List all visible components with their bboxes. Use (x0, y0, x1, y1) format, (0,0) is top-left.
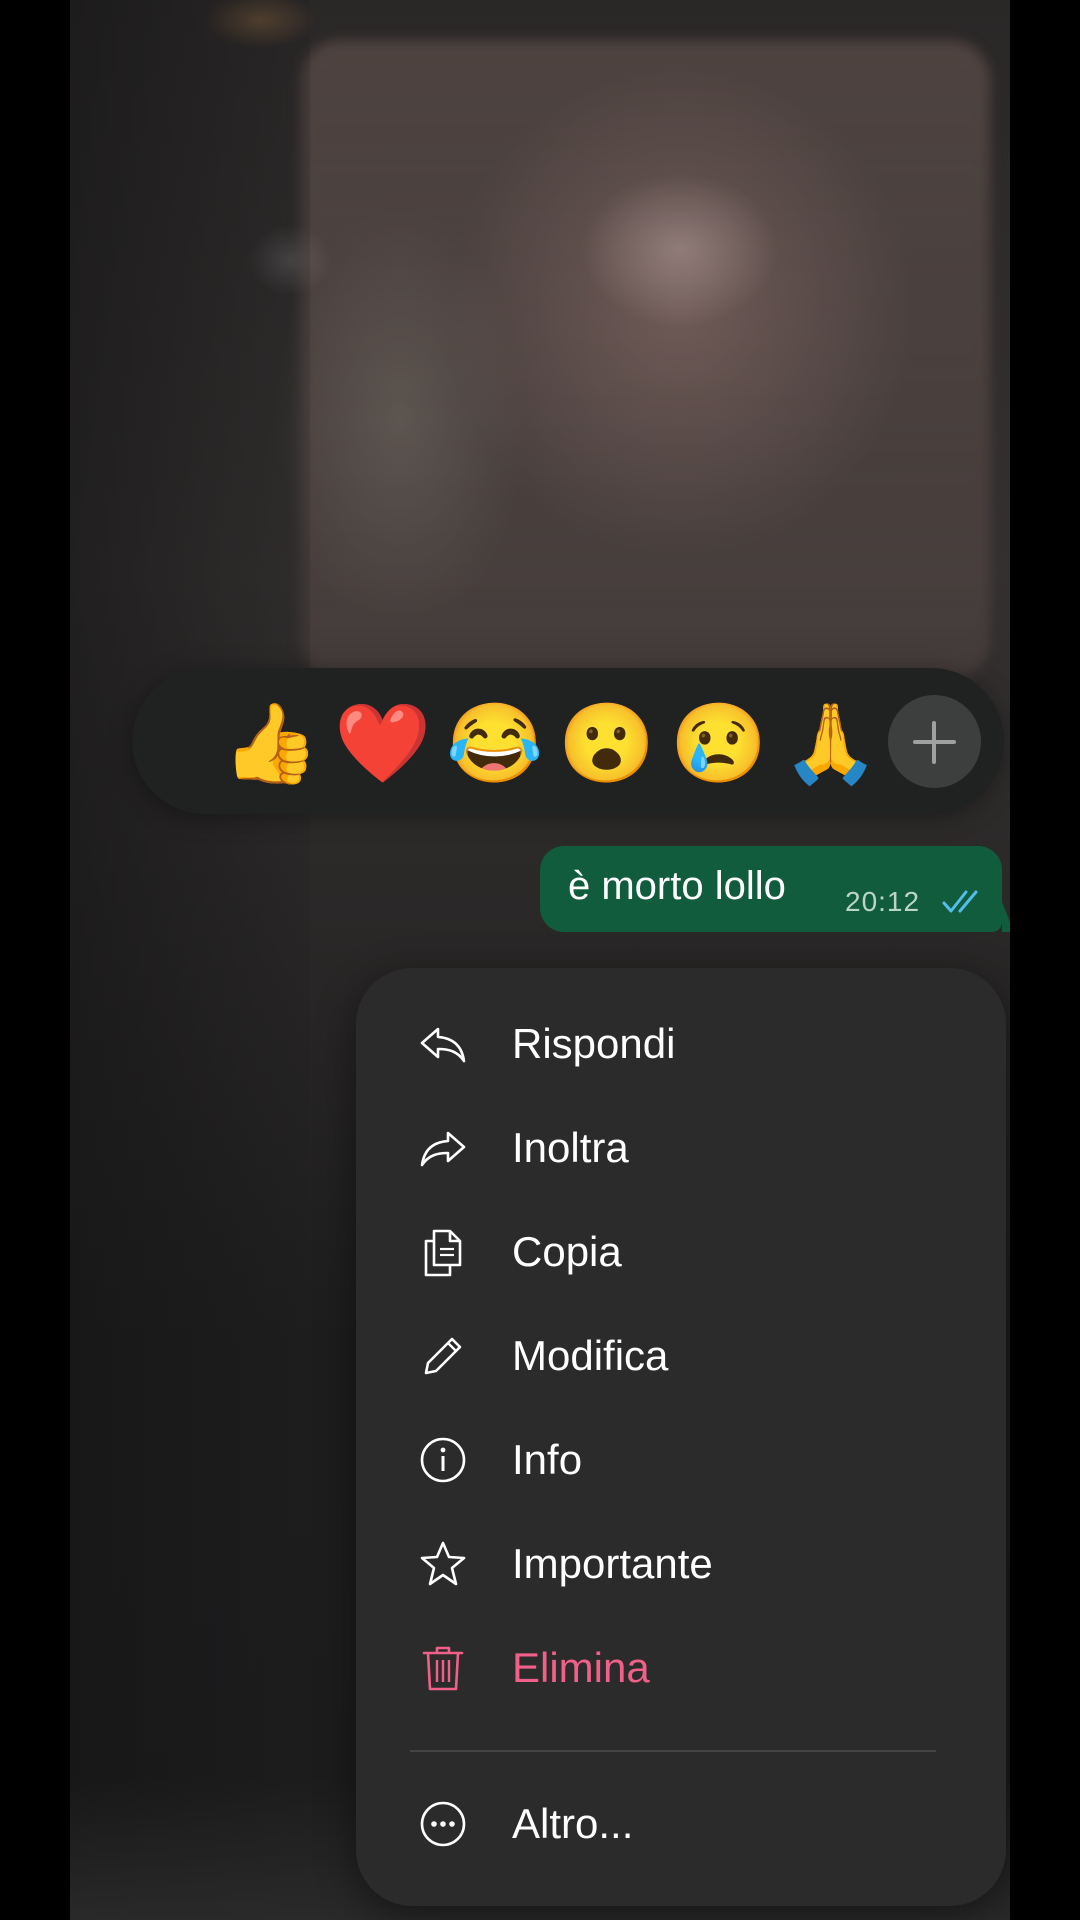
star-icon (420, 1541, 466, 1586)
background-shade (70, 0, 310, 1920)
menu-item-copy[interactable]: Copia (356, 1200, 1006, 1304)
info-icon (420, 1437, 466, 1483)
message-time: 20:12 (845, 886, 921, 917)
menu-divider (410, 1750, 936, 1752)
more-icon (420, 1801, 466, 1847)
reaction-crying[interactable]: 😢 (670, 698, 767, 788)
chat-screen: 👍 ❤️ 😂 😮 😢 🙏 è morto lollo 20:12 Rispond… (70, 0, 1010, 1920)
menu-item-label: Modifica (512, 1332, 669, 1379)
reply-icon (420, 1027, 466, 1063)
menu-item-delete[interactable]: Elimina (356, 1616, 1006, 1720)
reaction-bar: 👍 ❤️ 😂 😮 😢 🙏 (132, 668, 1004, 814)
menu-item-label: Elimina (512, 1644, 650, 1691)
message-bubble[interactable]: è morto lollo 20:12 (540, 846, 1002, 932)
forward-icon (420, 1131, 466, 1167)
menu-item-label: Info (512, 1436, 583, 1483)
double-check-icon (942, 890, 978, 913)
menu-item-label: Rispondi (512, 1020, 676, 1067)
blurred-media-preview (300, 40, 990, 680)
menu-item-label: Importante (512, 1540, 713, 1587)
pencil-icon (424, 1337, 462, 1375)
plus-icon[interactable] (888, 695, 981, 788)
menu-item-label: Altro... (512, 1800, 634, 1847)
reaction-laughing[interactable]: 😂 (446, 698, 543, 788)
menu-item-label: Inoltra (512, 1124, 629, 1171)
menu-item-star[interactable]: Importante (356, 1512, 1006, 1616)
reaction-thumbs-up[interactable]: 👍 (222, 698, 319, 788)
menu-item-edit[interactable]: Modifica (356, 1304, 1006, 1408)
reaction-heart[interactable]: ❤️ (334, 698, 431, 788)
reaction-praying-hands[interactable]: 🙏 (782, 698, 879, 788)
copy-icon (424, 1229, 462, 1277)
menu-item-info[interactable]: Info (356, 1408, 1006, 1512)
trash-icon (422, 1646, 464, 1691)
menu-item-label: Copia (512, 1228, 622, 1275)
menu-item-forward[interactable]: Inoltra (356, 1096, 1006, 1200)
menu-item-more[interactable]: Altro... (356, 1772, 1006, 1876)
message-text: è morto lollo (568, 864, 786, 908)
message-context-menu: Rispondi Inoltra Copia Modifica Info Imp… (356, 968, 1006, 1906)
reaction-surprised[interactable]: 😮 (558, 698, 655, 788)
menu-item-reply[interactable]: Rispondi (356, 992, 1006, 1096)
